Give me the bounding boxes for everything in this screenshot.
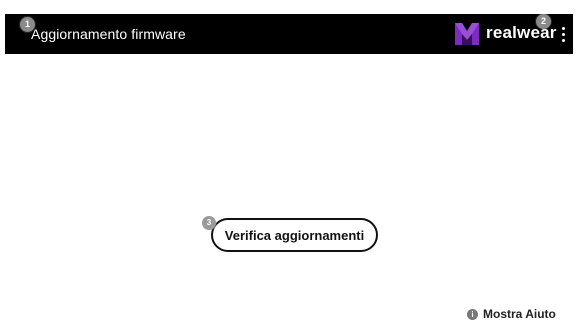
top-bar: Aggiornamento firmware 1 realwear 2 [5,14,573,54]
page-title: Aggiornamento firmware [31,26,186,42]
menu-dot [561,32,565,36]
more-vert-icon[interactable] [558,24,568,44]
check-updates-button[interactable]: Verifica aggiornamenti [211,218,378,252]
annotation-badge-2: 2 [536,14,551,29]
menu-dot [561,26,565,30]
show-help-label: Mostra Aiuto [483,307,556,321]
annotation-badge-1: 1 [20,17,35,32]
info-icon: i [467,308,478,320]
menu-dot [561,38,565,42]
realwear-logo-icon [455,23,479,45]
show-help-button[interactable]: i Mostra Aiuto [467,307,556,321]
annotation-badge-3: 3 [202,216,216,230]
